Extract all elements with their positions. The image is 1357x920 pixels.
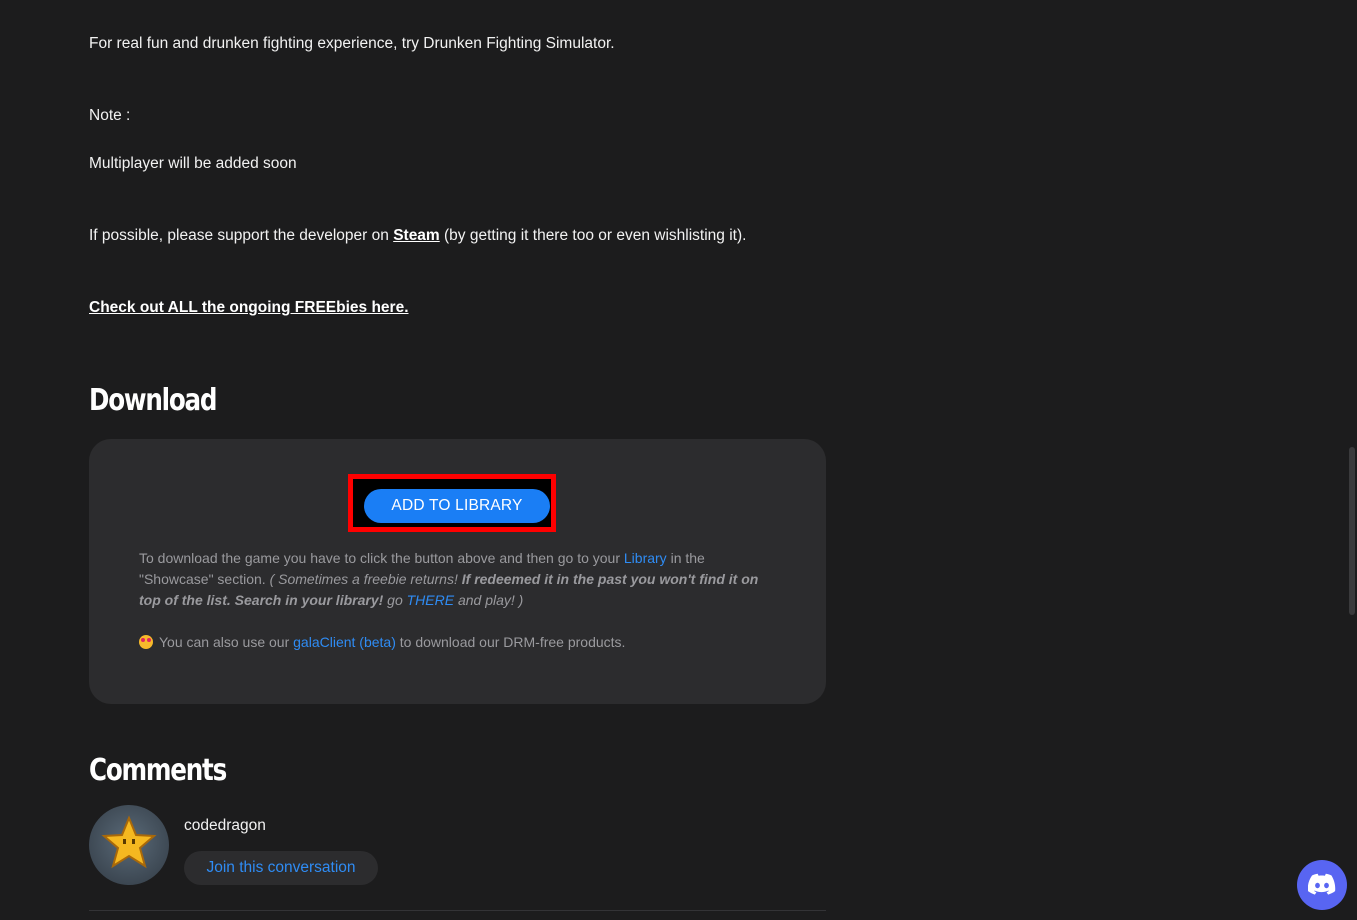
download-instructions: To download the game you have to click t…: [139, 548, 779, 611]
instructions-italic-2: go: [383, 592, 407, 608]
scrollbar-thumb[interactable]: [1349, 447, 1355, 615]
instructions-text-1: To download the game you have to click t…: [139, 550, 624, 566]
comments-heading: Comments: [89, 753, 227, 788]
comment-username: codedragon: [184, 817, 266, 834]
gala-client-link[interactable]: galaClient (beta): [293, 634, 396, 650]
join-conversation-button[interactable]: Join this conversation: [184, 851, 378, 885]
download-panel: ADD TO LIBRARY To download the game you …: [89, 439, 826, 704]
instructions-italic-3: and play! ): [454, 592, 524, 608]
gala-client-line: You can also use our galaClient (beta) t…: [139, 632, 625, 653]
discord-button[interactable]: [1297, 860, 1347, 910]
there-link[interactable]: THERE: [407, 592, 454, 608]
star-struck-emoji-icon: [139, 635, 153, 649]
library-link[interactable]: Library: [624, 550, 667, 566]
add-to-library-button[interactable]: ADD TO LIBRARY: [364, 489, 550, 523]
support-text-before: If possible, please support the develope…: [89, 227, 394, 244]
download-heading: Download: [89, 383, 217, 418]
support-paragraph: If possible, please support the develope…: [89, 226, 746, 246]
note-label: Note :: [89, 107, 131, 124]
freebies-paragraph: Check out ALL the ongoing FREEbies here.: [89, 298, 409, 318]
client-text-before: You can also use our: [159, 634, 294, 650]
support-text-after: (by getting it there too or even wishlis…: [439, 227, 747, 244]
user-avatar[interactable]: [89, 805, 169, 885]
note-text: Multiplayer will be added soon: [89, 155, 297, 172]
star-avatar-icon: [101, 815, 157, 869]
freebies-link[interactable]: Check out ALL the ongoing FREEbies here.: [89, 299, 409, 316]
client-text-after: to download our DRM-free products.: [395, 634, 626, 650]
steam-link[interactable]: Steam: [393, 227, 440, 244]
intro-paragraph: For real fun and drunken fighting experi…: [89, 35, 615, 52]
discord-icon: [1308, 873, 1336, 895]
page: For real fun and drunken fighting experi…: [0, 0, 1357, 920]
comments-divider: [89, 910, 826, 911]
instructions-italic-1: ( Sometimes a freebie returns!: [269, 571, 462, 587]
